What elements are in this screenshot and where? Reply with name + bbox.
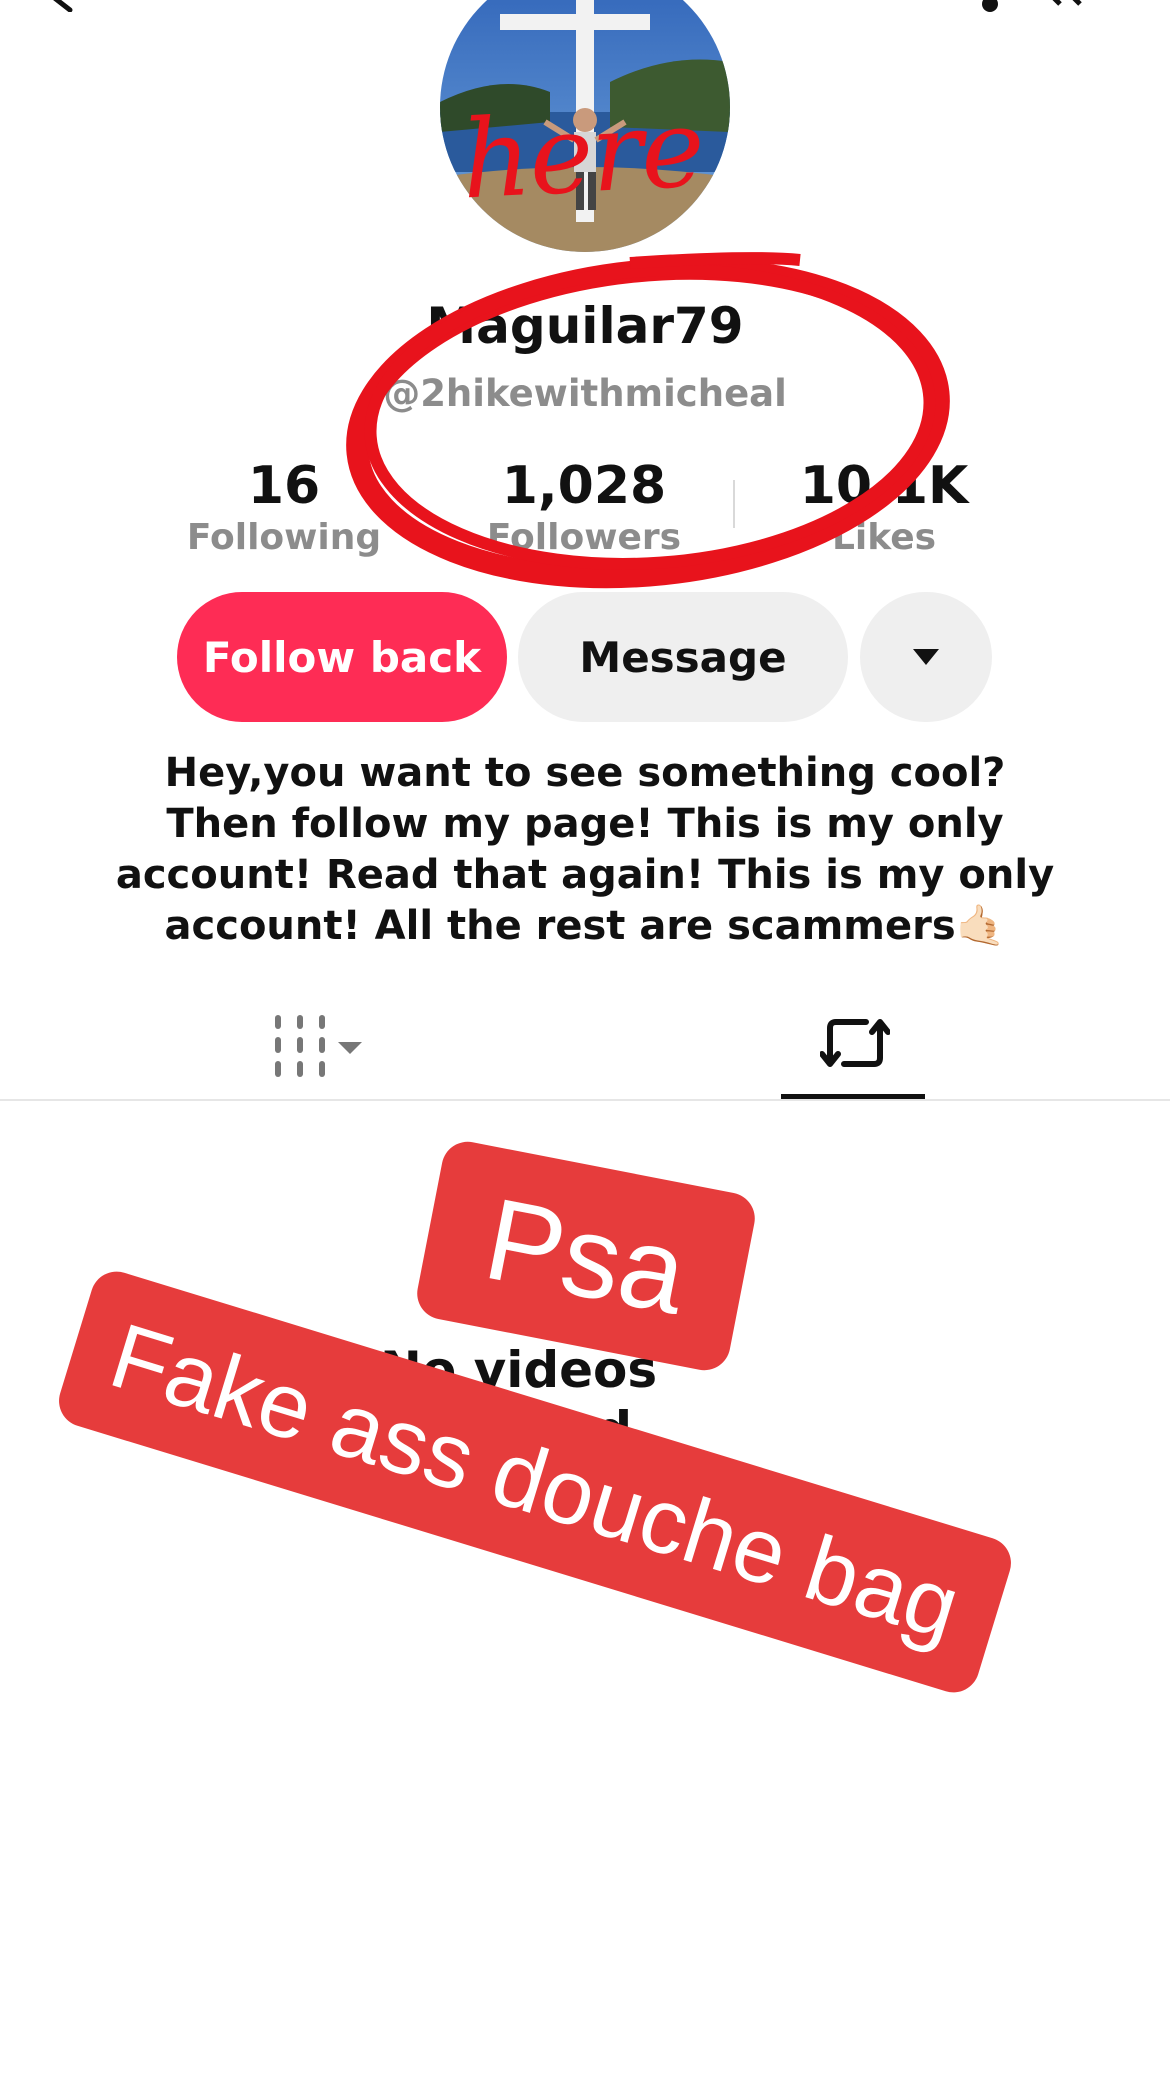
following-label: Following [186, 517, 382, 558]
bell-icon [982, 0, 998, 12]
profile-bio: Hey,you want to see something cool? Then… [115, 750, 1055, 949]
followers-count: 1,028 [501, 456, 667, 516]
grid-dropdown-icon [275, 1015, 362, 1077]
more-options-button[interactable] [860, 592, 992, 722]
back-arrow-icon[interactable] [42, 0, 82, 13]
tab-divider [0, 1099, 1170, 1101]
tab-videos-grid[interactable] [270, 1012, 380, 1082]
followers-label: Followers [486, 517, 682, 558]
stat-following[interactable]: 16 Following [134, 456, 434, 560]
share-icon [1052, 0, 1082, 6]
message-button[interactable]: Message [518, 592, 848, 722]
following-count: 16 [247, 456, 321, 516]
profile-handle: @2hikewithmicheal [383, 372, 787, 415]
stat-followers[interactable]: 1,028 Followers [434, 456, 734, 560]
profile-display-name: Maguilar79 [426, 297, 744, 355]
stat-likes[interactable]: 10.1K Likes [734, 456, 1034, 560]
likes-count: 10.1K [799, 456, 969, 516]
repost-icon [819, 1019, 891, 1067]
likes-label: Likes [831, 517, 937, 558]
top-right-icons[interactable] [960, 0, 1110, 14]
follow-back-button[interactable]: Follow back [177, 592, 507, 722]
tab-reposts[interactable] [819, 1010, 891, 1076]
caret-down-icon [913, 649, 939, 665]
profile-avatar[interactable] [440, 0, 730, 252]
